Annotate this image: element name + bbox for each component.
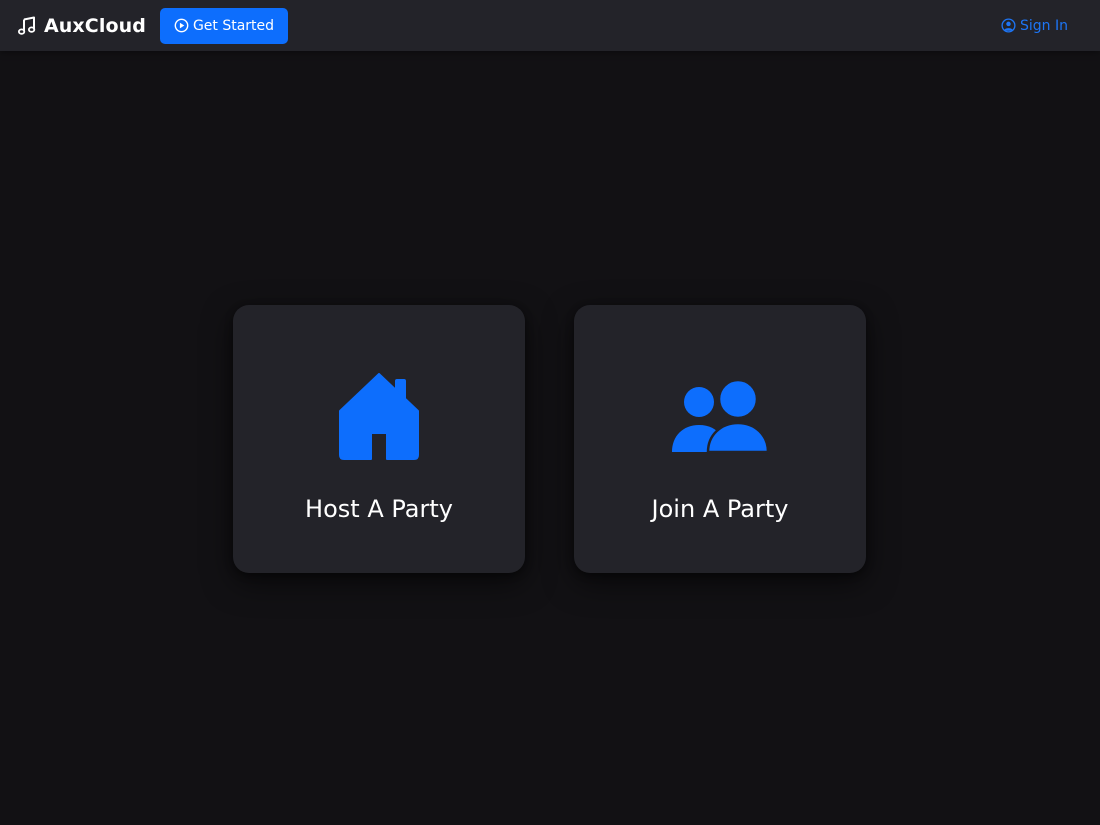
host-party-label: Host A Party xyxy=(305,495,453,523)
join-party-card[interactable]: Join A Party xyxy=(574,305,866,573)
people-icon xyxy=(574,380,866,454)
sign-in-link[interactable]: Sign In xyxy=(1001,0,1068,51)
get-started-button[interactable]: Get Started xyxy=(159,7,289,44)
top-navbar: AuxCloud Get Started Sign In xyxy=(0,0,1100,51)
music-note-icon xyxy=(16,15,38,37)
get-started-label: Get Started xyxy=(192,17,275,34)
host-party-card[interactable]: Host A Party xyxy=(233,305,525,573)
brand-name: AuxCloud xyxy=(44,14,146,37)
brand-link[interactable]: AuxCloud xyxy=(16,15,146,37)
house-icon xyxy=(233,373,525,461)
join-party-label: Join A Party xyxy=(651,495,789,523)
sign-in-label: Sign In xyxy=(1020,17,1068,34)
user-circle-icon xyxy=(1001,18,1016,33)
play-circle-icon xyxy=(174,18,189,33)
